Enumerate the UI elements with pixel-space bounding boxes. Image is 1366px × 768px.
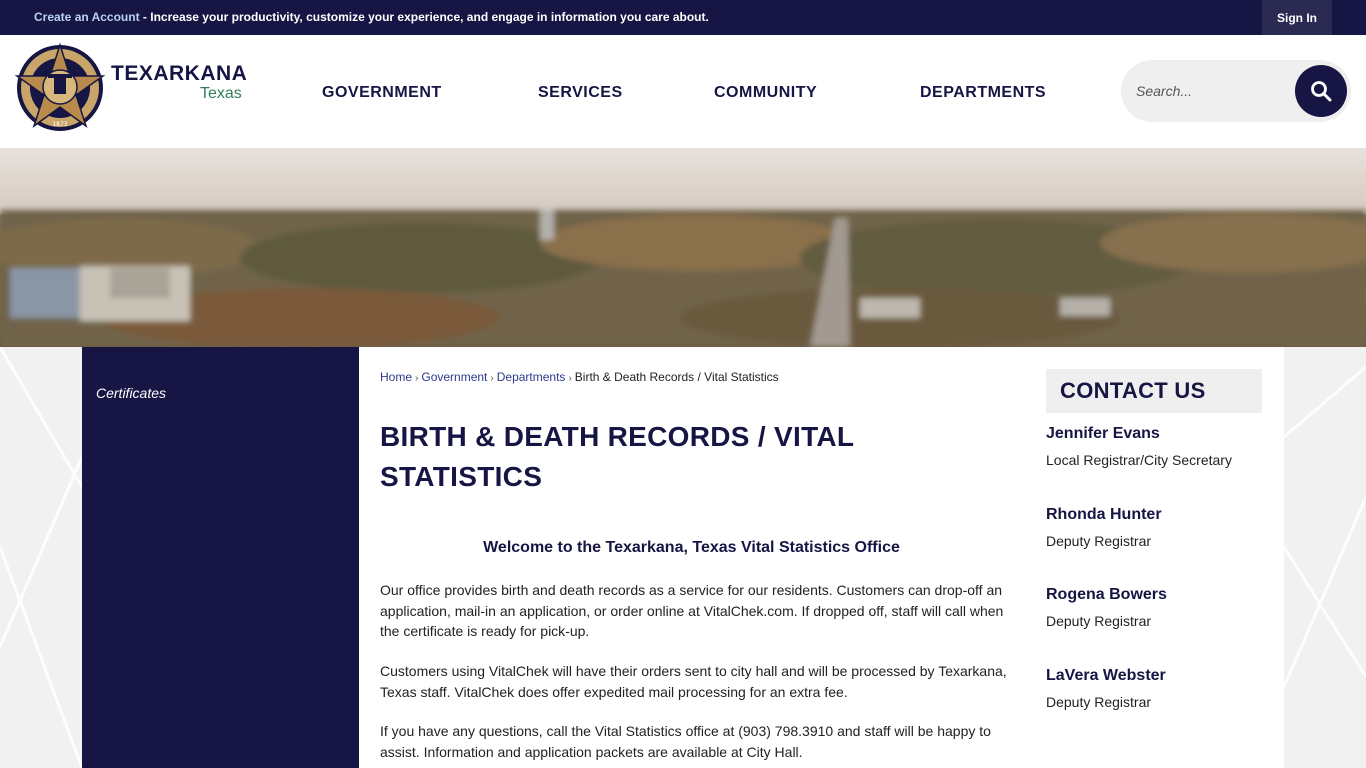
contact-name[interactable]: Rhonda Hunter	[1046, 506, 1162, 524]
top-bar: Create an Account - Increase your produc…	[0, 0, 1366, 35]
account-message: Create an Account - Increase your produc…	[34, 10, 709, 24]
contact-name[interactable]: LaVera Webster	[1046, 667, 1166, 685]
contact-name[interactable]: Jennifer Evans	[1046, 425, 1160, 443]
nav-government[interactable]: GOVERNMENT	[322, 84, 442, 102]
city-seal-logo[interactable]: 1873	[14, 42, 106, 134]
logo-year: 1873	[52, 121, 67, 128]
contact-us-title: CONTACT US	[1060, 378, 1206, 403]
chevron-right-icon: ›	[568, 373, 572, 384]
breadcrumb: Home › Government › Departments › Birth & Deat…	[380, 370, 779, 384]
breadcrumb-departments[interactable]: Departments	[497, 370, 566, 384]
intro-paragraph: Our office provides birth and death reco…	[380, 582, 1004, 639]
search-box	[1121, 60, 1351, 122]
search-input[interactable]	[1136, 80, 1296, 102]
breadcrumb-government[interactable]: Government	[421, 370, 487, 384]
contact-role: Deputy Registrar	[1046, 533, 1152, 549]
page-title: BIRTH & DEATH RECORDS / VITAL STATISTICS	[380, 421, 854, 492]
nav-services[interactable]: SERVICES	[538, 84, 623, 102]
questions-paragraph: If you have any questions, call the Vita…	[380, 723, 991, 760]
create-account-link[interactable]: Create an Account	[34, 10, 140, 24]
site-header: 1873 TEXARKANA Texas GOVERNMENT SERVICES…	[0, 35, 1366, 148]
breadcrumb-home[interactable]: Home	[380, 370, 412, 384]
chevron-right-icon: ›	[415, 373, 419, 384]
search-icon	[1311, 81, 1332, 102]
contact-role: Deputy Registrar	[1046, 694, 1152, 710]
contact-us-heading: CONTACT US	[1046, 369, 1262, 413]
account-message-text: - Increase your productivity, customize …	[139, 10, 709, 24]
vitalchek-paragraph: Customers using VitalChek will have thei…	[380, 663, 1007, 700]
brand-name[interactable]: TEXARKANA	[111, 62, 247, 86]
contact-role: Local Registrar/City Secretary	[1046, 452, 1232, 468]
sidebar-item-certificates[interactable]: Certificates	[96, 385, 166, 401]
nav-community[interactable]: COMMUNITY	[714, 84, 817, 102]
chevron-right-icon: ›	[490, 373, 494, 384]
hero-banner-image	[0, 148, 1366, 347]
contact-role: Deputy Registrar	[1046, 613, 1152, 629]
contact-name[interactable]: Rogena Bowers	[1046, 586, 1167, 604]
search-button[interactable]	[1295, 65, 1347, 117]
main-content: Home › Government › Departments › Birth & Deat…	[359, 347, 1284, 768]
sign-in-button[interactable]: Sign In	[1262, 0, 1332, 35]
sidebar: Certificates	[82, 347, 359, 768]
breadcrumb-current: Birth & Death Records / Vital Statistics	[574, 370, 779, 384]
welcome-heading: Welcome to the Texarkana, Texas Vital St…	[483, 539, 900, 556]
brand-subtitle[interactable]: Texas	[200, 85, 242, 103]
nav-departments[interactable]: DEPARTMENTS	[920, 84, 1046, 102]
